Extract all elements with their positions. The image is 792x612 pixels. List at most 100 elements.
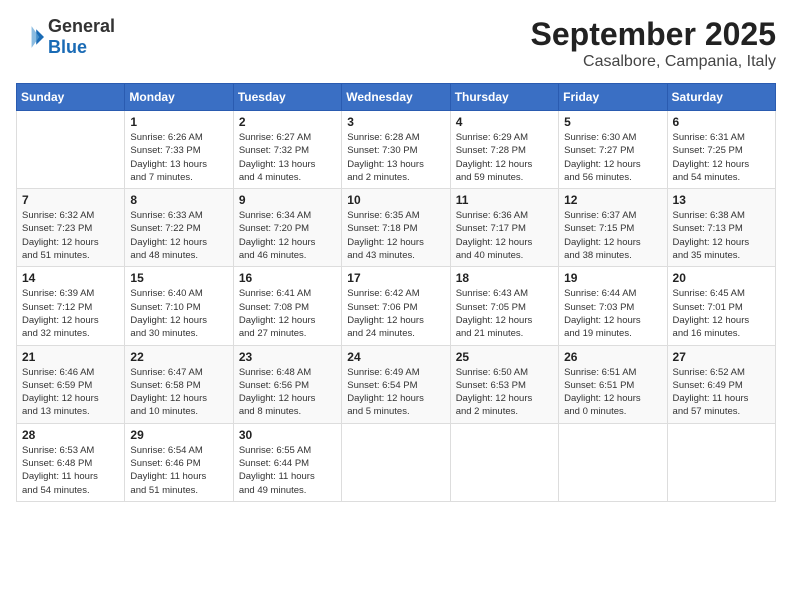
day-number: 15 [130,271,227,285]
calendar-cell: 2 Sunrise: 6:27 AMSunset: 7:32 PMDaylight… [233,111,341,189]
day-info: Sunrise: 6:37 AMSunset: 7:15 PMDaylight:… [564,209,661,262]
day-info: Sunrise: 6:52 AMSunset: 6:49 PMDaylight:… [673,366,770,419]
day-info: Sunrise: 6:36 AMSunset: 7:17 PMDaylight:… [456,209,553,262]
logo: General Blue [16,16,115,58]
day-number: 10 [347,193,444,207]
calendar-cell: 8Sunrise: 6:33 AMSunset: 7:22 PMDaylight… [125,189,233,267]
day-info: Sunrise: 6:44 AMSunset: 7:03 PMDaylight:… [564,287,661,340]
day-info: Sunrise: 6:49 AMSunset: 6:54 PMDaylight:… [347,366,444,419]
day-info: Sunrise: 6:53 AMSunset: 6:48 PMDaylight:… [22,444,119,497]
day-number: 3 [347,115,444,129]
calendar-cell: 7 Sunrise: 6:32 AMSunset: 7:23 PMDaylight… [17,189,125,267]
page-header: General Blue September 2025 Casalbore, C… [16,16,776,71]
calendar-cell: 1 Sunrise: 6:26 AMSunset: 7:33 PMDaylight… [125,111,233,189]
calendar-cell: 15Sunrise: 6:40 AMSunset: 7:10 PMDayligh… [125,267,233,345]
day-number: 18 [456,271,553,285]
day-number: 17 [347,271,444,285]
day-info: Sunrise: 6:47 AMSunset: 6:58 PMDaylight:… [130,366,227,419]
calendar-cell: 17 Sunrise: 6:42 AMSunset: 7:06 PMDayligh… [342,267,450,345]
calendar-cell: 11 Sunrise: 6:36 AMSunset: 7:17 PMDayligh… [450,189,558,267]
day-number: 13 [673,193,770,207]
day-header-saturday: Saturday [667,84,775,111]
day-info: Sunrise: 6:50 AMSunset: 6:53 PMDaylight:… [456,366,553,419]
day-info: Sunrise: 6:42 AMSunset: 7:06 PMDaylight:… [347,287,444,340]
calendar-cell [17,111,125,189]
calendar-cell: 26Sunrise: 6:51 AMSunset: 6:51 PMDayligh… [559,345,667,423]
day-info: Sunrise: 6:32 AMSunset: 7:23 PMDaylight:… [22,209,119,262]
calendar-cell: 3 Sunrise: 6:28 AMSunset: 7:30 PMDaylight… [342,111,450,189]
month-title: September 2025 [531,16,776,53]
calendar-cell: 27 Sunrise: 6:52 AMSunset: 6:49 PMDayligh… [667,345,775,423]
calendar-cell: 13 Sunrise: 6:38 AMSunset: 7:13 PMDayligh… [667,189,775,267]
day-number: 27 [673,350,770,364]
day-info: Sunrise: 6:46 AMSunset: 6:59 PMDaylight:… [22,366,119,419]
title-block: September 2025 Casalbore, Campania, Ital… [531,16,776,71]
logo-blue: Blue [48,37,87,57]
calendar-cell: 30 Sunrise: 6:55 AMSunset: 6:44 PMDayligh… [233,423,341,501]
calendar-cell: 25 Sunrise: 6:50 AMSunset: 6:53 PMDayligh… [450,345,558,423]
location-title: Casalbore, Campania, Italy [531,53,776,71]
day-info: Sunrise: 6:55 AMSunset: 6:44 PMDaylight:… [239,444,336,497]
day-header-friday: Friday [559,84,667,111]
day-number: 24 [347,350,444,364]
calendar-cell [342,423,450,501]
day-info: Sunrise: 6:35 AMSunset: 7:18 PMDaylight:… [347,209,444,262]
calendar-cell [667,423,775,501]
day-header-tuesday: Tuesday [233,84,341,111]
day-number: 23 [239,350,336,364]
calendar-week-2: 7 Sunrise: 6:32 AMSunset: 7:23 PMDaylight… [17,189,776,267]
calendar-cell: 9Sunrise: 6:34 AMSunset: 7:20 PMDaylight… [233,189,341,267]
calendar-cell: 18 Sunrise: 6:43 AMSunset: 7:05 PMDayligh… [450,267,558,345]
calendar-cell: 21 Sunrise: 6:46 AMSunset: 6:59 PMDayligh… [17,345,125,423]
calendar-cell: 14 Sunrise: 6:39 AMSunset: 7:12 PMDayligh… [17,267,125,345]
day-number: 2 [239,115,336,129]
day-info: Sunrise: 6:51 AMSunset: 6:51 PMDaylight:… [564,366,661,419]
day-number: 9 [239,193,336,207]
day-info: Sunrise: 6:31 AMSunset: 7:25 PMDaylight:… [673,131,770,184]
calendar-cell [559,423,667,501]
day-number: 29 [130,428,227,442]
calendar-cell: 23Sunrise: 6:48 AMSunset: 6:56 PMDayligh… [233,345,341,423]
calendar-cell: 22 Sunrise: 6:47 AMSunset: 6:58 PMDayligh… [125,345,233,423]
calendar-week-5: 28Sunrise: 6:53 AMSunset: 6:48 PMDayligh… [17,423,776,501]
day-number: 20 [673,271,770,285]
calendar-cell: 24 Sunrise: 6:49 AMSunset: 6:54 PMDayligh… [342,345,450,423]
day-info: Sunrise: 6:26 AMSunset: 7:33 PMDaylight:… [130,131,227,184]
day-info: Sunrise: 6:43 AMSunset: 7:05 PMDaylight:… [456,287,553,340]
day-number: 12 [564,193,661,207]
day-header-thursday: Thursday [450,84,558,111]
day-number: 4 [456,115,553,129]
day-info: Sunrise: 6:30 AMSunset: 7:27 PMDaylight:… [564,131,661,184]
calendar-cell: 4Sunrise: 6:29 AMSunset: 7:28 PMDaylight… [450,111,558,189]
day-header-monday: Monday [125,84,233,111]
day-info: Sunrise: 6:41 AMSunset: 7:08 PMDaylight:… [239,287,336,340]
day-info: Sunrise: 6:54 AMSunset: 6:46 PMDaylight:… [130,444,227,497]
day-number: 1 [130,115,227,129]
day-number: 14 [22,271,119,285]
calendar-week-1: 1 Sunrise: 6:26 AMSunset: 7:33 PMDaylight… [17,111,776,189]
day-number: 11 [456,193,553,207]
calendar-cell: 29 Sunrise: 6:54 AMSunset: 6:46 PMDayligh… [125,423,233,501]
day-number: 19 [564,271,661,285]
day-info: Sunrise: 6:28 AMSunset: 7:30 PMDaylight:… [347,131,444,184]
day-info: Sunrise: 6:38 AMSunset: 7:13 PMDaylight:… [673,209,770,262]
day-number: 5 [564,115,661,129]
day-info: Sunrise: 6:39 AMSunset: 7:12 PMDaylight:… [22,287,119,340]
day-number: 21 [22,350,119,364]
calendar-week-3: 14 Sunrise: 6:39 AMSunset: 7:12 PMDayligh… [17,267,776,345]
day-header-sunday: Sunday [17,84,125,111]
calendar-cell: 5 Sunrise: 6:30 AMSunset: 7:27 PMDaylight… [559,111,667,189]
day-info: Sunrise: 6:27 AMSunset: 7:32 PMDaylight:… [239,131,336,184]
day-number: 7 [22,193,119,207]
day-info: Sunrise: 6:45 AMSunset: 7:01 PMDaylight:… [673,287,770,340]
logo-general: General [48,16,115,36]
day-number: 16 [239,271,336,285]
calendar-cell: 10 Sunrise: 6:35 AMSunset: 7:18 PMDayligh… [342,189,450,267]
day-info: Sunrise: 6:33 AMSunset: 7:22 PMDaylight:… [130,209,227,262]
day-number: 25 [456,350,553,364]
day-number: 6 [673,115,770,129]
day-number: 22 [130,350,227,364]
calendar-cell: 19 Sunrise: 6:44 AMSunset: 7:03 PMDayligh… [559,267,667,345]
calendar-table: SundayMondayTuesdayWednesdayThursdayFrid… [16,83,776,502]
day-number: 30 [239,428,336,442]
